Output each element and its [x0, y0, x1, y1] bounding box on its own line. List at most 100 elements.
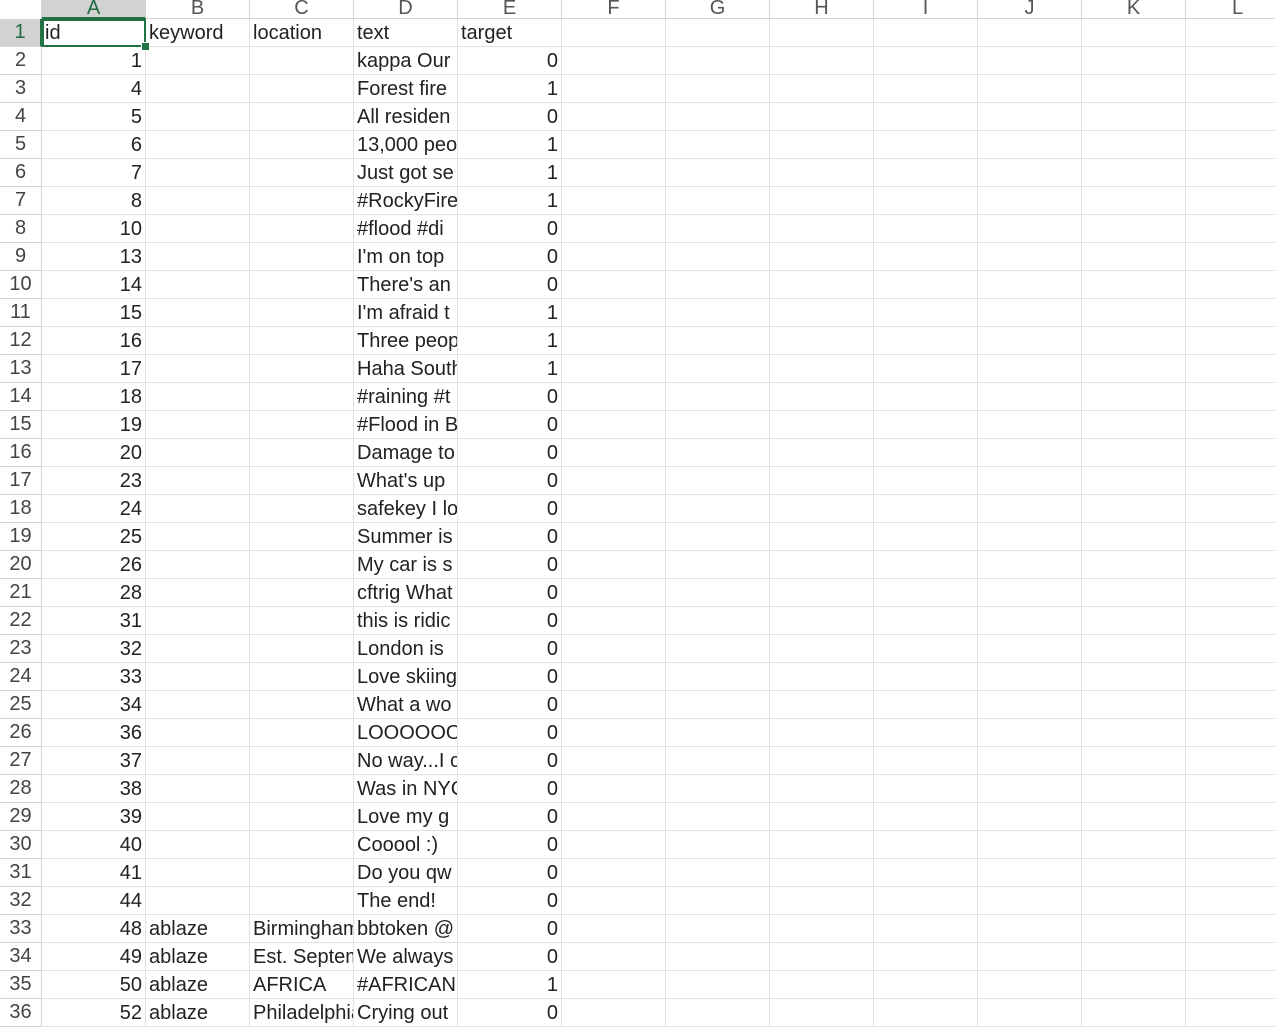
cell-g25[interactable]	[666, 691, 770, 719]
cell-e16[interactable]: 0	[458, 439, 562, 467]
cell-f1[interactable]	[562, 19, 666, 47]
cell-l31[interactable]	[1186, 859, 1275, 887]
cell-g17[interactable]	[666, 467, 770, 495]
cell-e21[interactable]: 0	[458, 579, 562, 607]
cell-g26[interactable]	[666, 719, 770, 747]
cell-l28[interactable]	[1186, 775, 1275, 803]
cell-g22[interactable]	[666, 607, 770, 635]
cell-a4[interactable]: 5	[42, 103, 146, 131]
cell-b5[interactable]	[146, 131, 250, 159]
cell-f19[interactable]	[562, 523, 666, 551]
cell-i19[interactable]	[874, 523, 978, 551]
cell-j19[interactable]	[978, 523, 1082, 551]
row-header-7[interactable]: 7	[0, 187, 42, 215]
row-header-6[interactable]: 6	[0, 159, 42, 187]
cell-k2[interactable]	[1082, 47, 1186, 75]
cell-j18[interactable]	[978, 495, 1082, 523]
cell-b29[interactable]	[146, 803, 250, 831]
cell-c35[interactable]: AFRICA	[250, 971, 354, 999]
cell-c6[interactable]	[250, 159, 354, 187]
cell-g19[interactable]	[666, 523, 770, 551]
cell-d23[interactable]: London is	[354, 635, 458, 663]
cell-l17[interactable]	[1186, 467, 1275, 495]
cell-i33[interactable]	[874, 915, 978, 943]
cell-d13[interactable]: Haha South	[354, 355, 458, 383]
cell-h8[interactable]	[770, 215, 874, 243]
cell-e11[interactable]: 1	[458, 299, 562, 327]
cell-c34[interactable]: Est. September	[250, 943, 354, 971]
cell-f23[interactable]	[562, 635, 666, 663]
cell-f12[interactable]	[562, 327, 666, 355]
cell-b17[interactable]	[146, 467, 250, 495]
cell-b23[interactable]	[146, 635, 250, 663]
cell-a13[interactable]: 17	[42, 355, 146, 383]
cell-g29[interactable]	[666, 803, 770, 831]
cell-k12[interactable]	[1082, 327, 1186, 355]
cell-e4[interactable]: 0	[458, 103, 562, 131]
cell-b14[interactable]	[146, 383, 250, 411]
cell-f10[interactable]	[562, 271, 666, 299]
cell-d2[interactable]: kappa Our	[354, 47, 458, 75]
cell-c29[interactable]	[250, 803, 354, 831]
cell-b28[interactable]	[146, 775, 250, 803]
cell-l26[interactable]	[1186, 719, 1275, 747]
cell-d31[interactable]: Do you qw	[354, 859, 458, 887]
cell-i25[interactable]	[874, 691, 978, 719]
cell-f22[interactable]	[562, 607, 666, 635]
cell-c11[interactable]	[250, 299, 354, 327]
cell-j12[interactable]	[978, 327, 1082, 355]
cell-h29[interactable]	[770, 803, 874, 831]
cell-k31[interactable]	[1082, 859, 1186, 887]
cell-a14[interactable]: 18	[42, 383, 146, 411]
cell-b12[interactable]	[146, 327, 250, 355]
cell-d8[interactable]: #flood #di	[354, 215, 458, 243]
cell-k6[interactable]	[1082, 159, 1186, 187]
cell-i16[interactable]	[874, 439, 978, 467]
cell-g28[interactable]	[666, 775, 770, 803]
cell-k10[interactable]	[1082, 271, 1186, 299]
cell-f2[interactable]	[562, 47, 666, 75]
cell-c20[interactable]	[250, 551, 354, 579]
cell-c24[interactable]	[250, 663, 354, 691]
cell-e12[interactable]: 1	[458, 327, 562, 355]
cell-i17[interactable]	[874, 467, 978, 495]
cell-g34[interactable]	[666, 943, 770, 971]
row-header-31[interactable]: 31	[0, 859, 42, 887]
column-header-c[interactable]: C	[250, 0, 354, 19]
row-header-8[interactable]: 8	[0, 215, 42, 243]
cell-e6[interactable]: 1	[458, 159, 562, 187]
cell-d25[interactable]: What a wo	[354, 691, 458, 719]
cell-j30[interactable]	[978, 831, 1082, 859]
row-header-23[interactable]: 23	[0, 635, 42, 663]
cell-c5[interactable]	[250, 131, 354, 159]
cell-i1[interactable]	[874, 19, 978, 47]
cell-l6[interactable]	[1186, 159, 1275, 187]
row-header-9[interactable]: 9	[0, 243, 42, 271]
cell-i7[interactable]	[874, 187, 978, 215]
cell-h6[interactable]	[770, 159, 874, 187]
column-header-e[interactable]: E	[458, 0, 562, 19]
cell-f31[interactable]	[562, 859, 666, 887]
cell-h25[interactable]	[770, 691, 874, 719]
cell-b16[interactable]	[146, 439, 250, 467]
cell-g11[interactable]	[666, 299, 770, 327]
cell-e34[interactable]: 0	[458, 943, 562, 971]
cell-l5[interactable]	[1186, 131, 1275, 159]
cell-d14[interactable]: #raining #t	[354, 383, 458, 411]
cell-i5[interactable]	[874, 131, 978, 159]
cell-l2[interactable]	[1186, 47, 1275, 75]
cell-j5[interactable]	[978, 131, 1082, 159]
cell-k11[interactable]	[1082, 299, 1186, 327]
cell-k30[interactable]	[1082, 831, 1186, 859]
cell-e23[interactable]: 0	[458, 635, 562, 663]
cell-i24[interactable]	[874, 663, 978, 691]
row-header-29[interactable]: 29	[0, 803, 42, 831]
cell-f35[interactable]	[562, 971, 666, 999]
cell-l13[interactable]	[1186, 355, 1275, 383]
cell-a29[interactable]: 39	[42, 803, 146, 831]
cell-e9[interactable]: 0	[458, 243, 562, 271]
cell-d30[interactable]: Cooool :)	[354, 831, 458, 859]
cell-j28[interactable]	[978, 775, 1082, 803]
column-header-d[interactable]: D	[354, 0, 458, 19]
row-header-1[interactable]: 1	[0, 19, 42, 47]
